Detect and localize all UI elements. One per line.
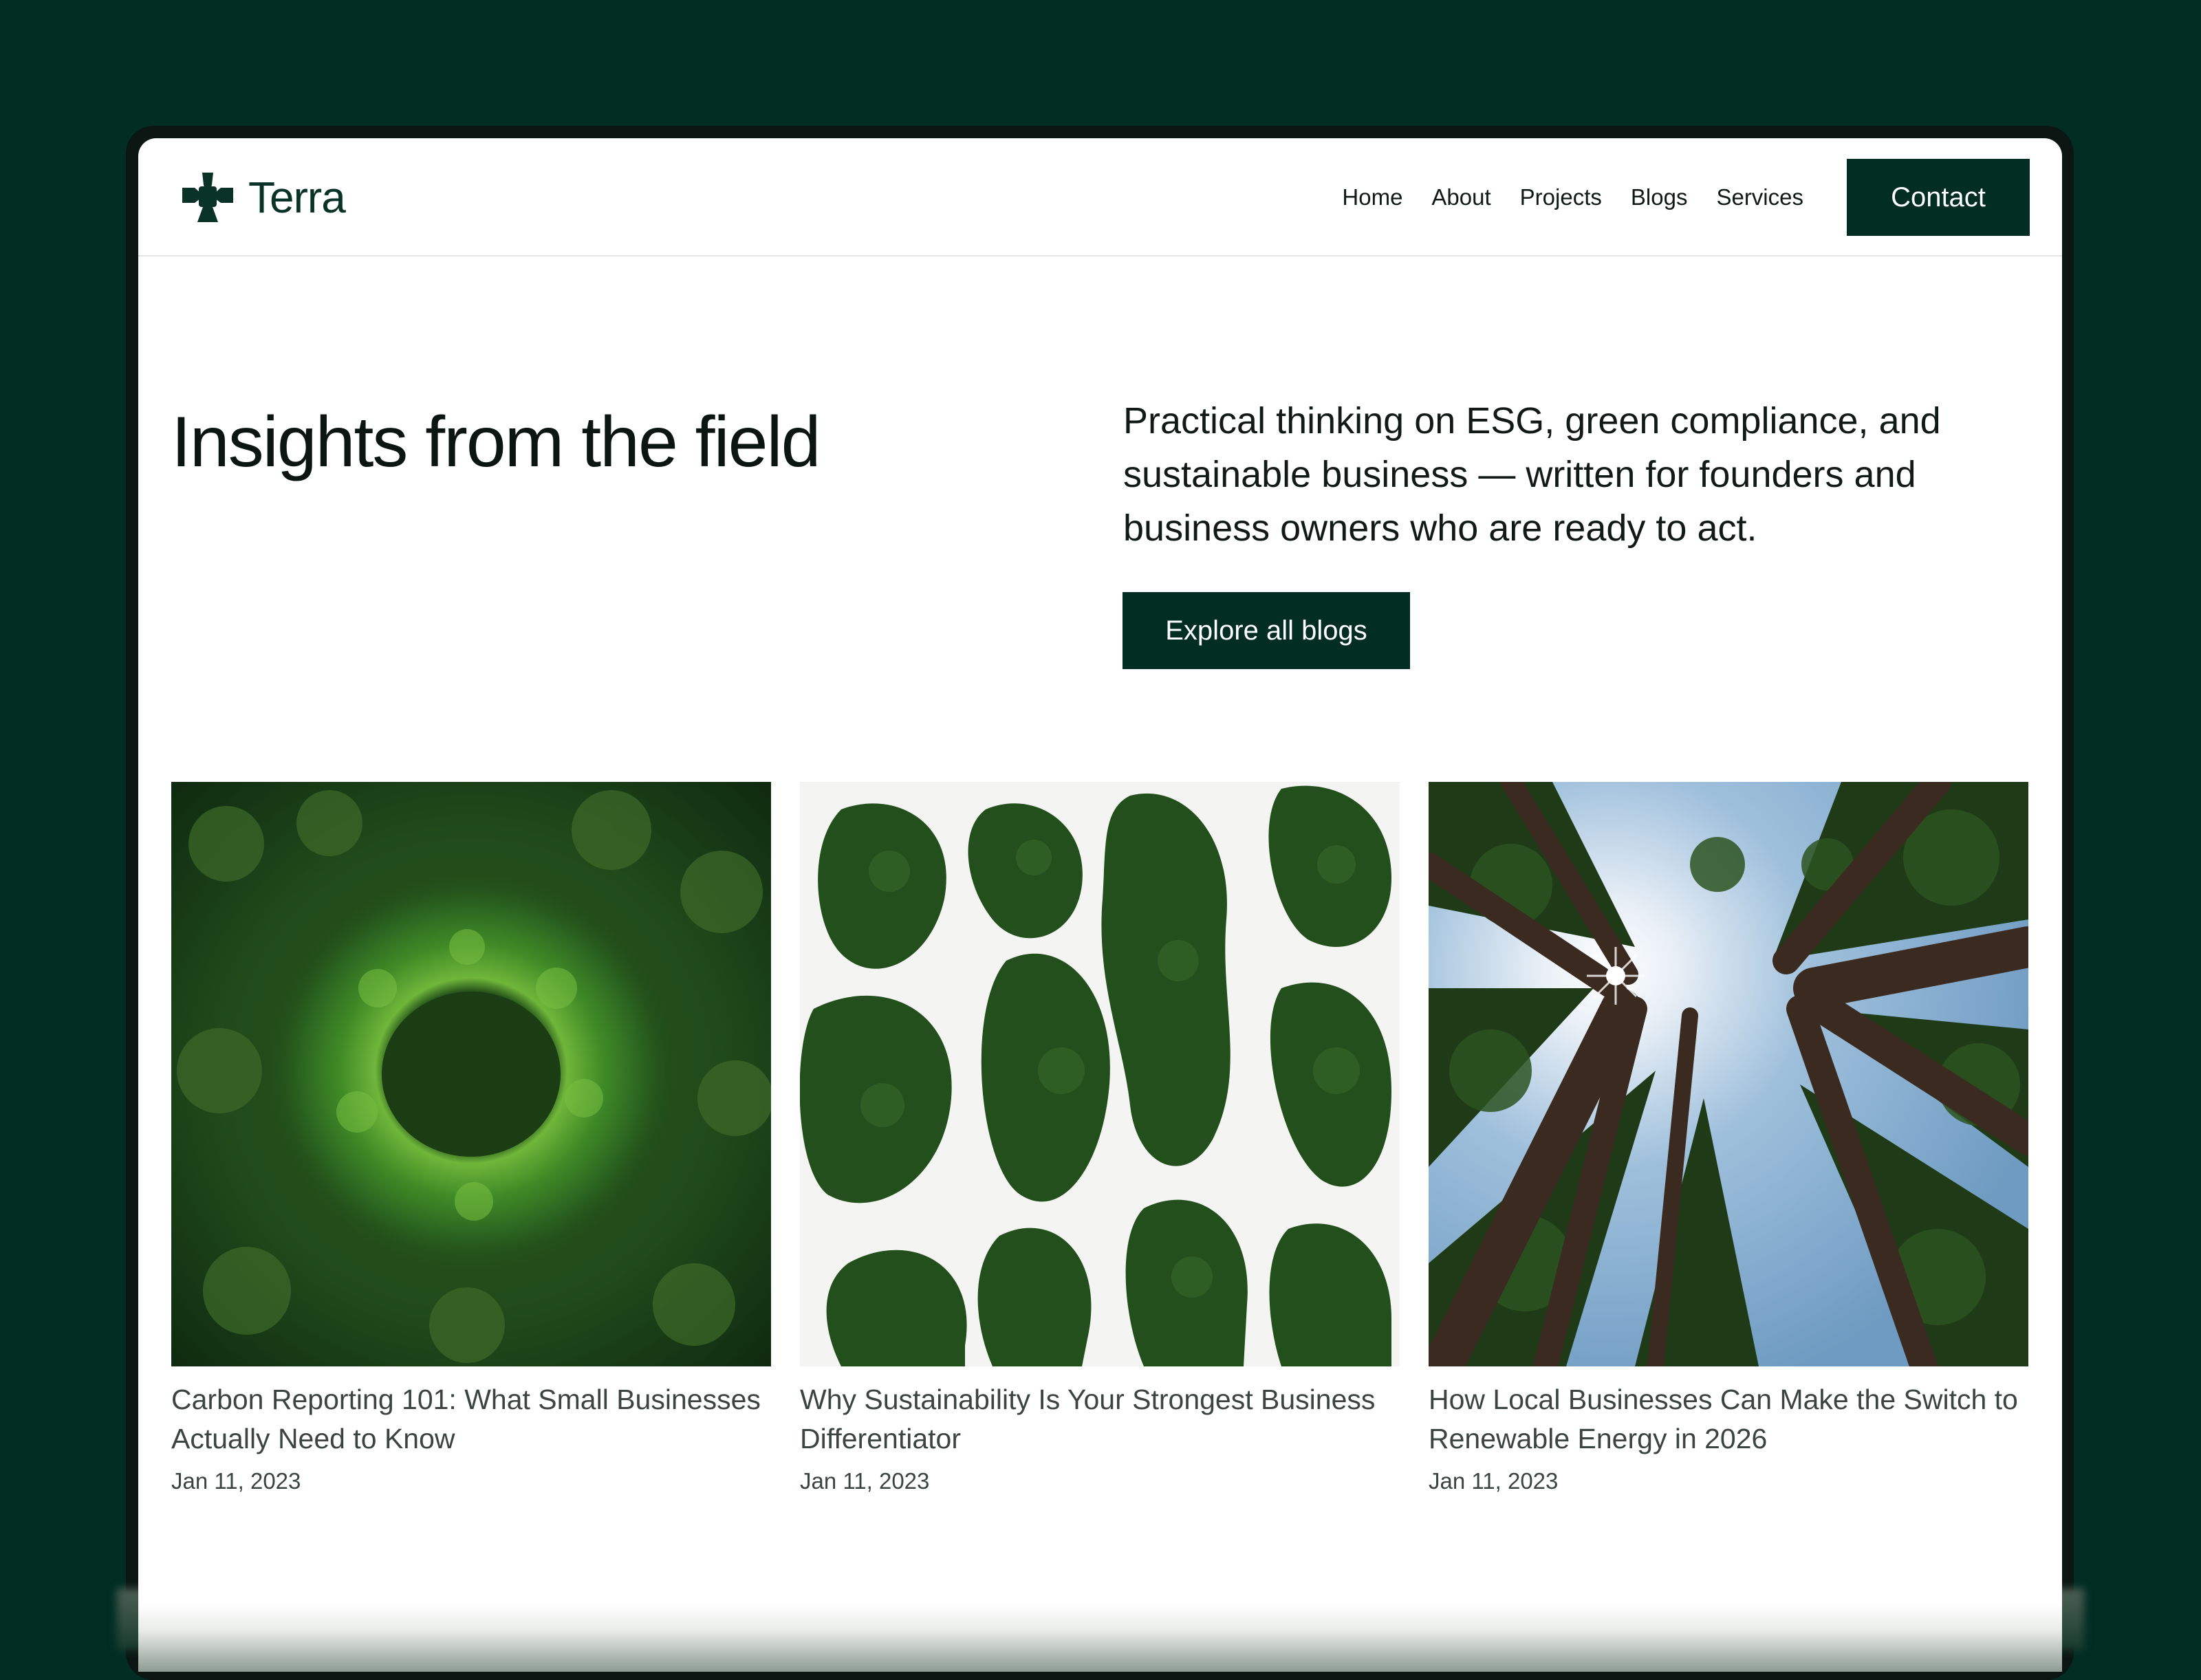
post-title[interactable]: Why Sustainability Is Your Strongest Bus… bbox=[800, 1380, 1400, 1459]
contact-button[interactable]: Contact bbox=[1847, 159, 2030, 236]
blog-card[interactable]: Carbon Reporting 101: What Small Busines… bbox=[171, 782, 771, 1494]
navbar: Terra Home About Projects Blogs Services… bbox=[138, 138, 2062, 257]
forest-canopy-image[interactable] bbox=[1429, 782, 2028, 1366]
nav-link-projects[interactable]: Projects bbox=[1520, 184, 1602, 210]
nav-link-home[interactable]: Home bbox=[1342, 184, 1402, 210]
blog-card[interactable]: How Local Businesses Can Make the Switch… bbox=[1429, 782, 2028, 1494]
forest-ring-image[interactable] bbox=[171, 782, 771, 1366]
brand-logo[interactable]: Terra bbox=[182, 173, 346, 222]
tree-clusters-image[interactable] bbox=[800, 782, 1400, 1366]
brand-name: Terra bbox=[248, 173, 346, 222]
main-nav: Home About Projects Blogs Services bbox=[1342, 179, 1803, 215]
post-date: Jan 11, 2023 bbox=[800, 1468, 930, 1494]
nav-link-about[interactable]: About bbox=[1431, 184, 1490, 210]
hero-description: Practical thinking on ESG, green complia… bbox=[1123, 400, 1941, 549]
screen-bottom-fade bbox=[138, 1603, 2062, 1672]
explore-blogs-button[interactable]: Explore all blogs bbox=[1123, 592, 1410, 669]
website-screen: Terra Home About Projects Blogs Services… bbox=[138, 138, 2062, 1672]
blog-card[interactable]: Why Sustainability Is Your Strongest Bus… bbox=[800, 782, 1400, 1494]
nav-link-services[interactable]: Services bbox=[1716, 184, 1803, 210]
leaf-cross-icon bbox=[182, 173, 233, 222]
post-title[interactable]: How Local Businesses Can Make the Switch… bbox=[1429, 1380, 2028, 1459]
page-title: Insights from the field bbox=[171, 402, 821, 482]
nav-link-blogs[interactable]: Blogs bbox=[1631, 184, 1688, 210]
post-title[interactable]: Carbon Reporting 101: What Small Busines… bbox=[171, 1380, 771, 1459]
post-date: Jan 11, 2023 bbox=[171, 1468, 301, 1494]
post-date: Jan 11, 2023 bbox=[1429, 1468, 1559, 1494]
